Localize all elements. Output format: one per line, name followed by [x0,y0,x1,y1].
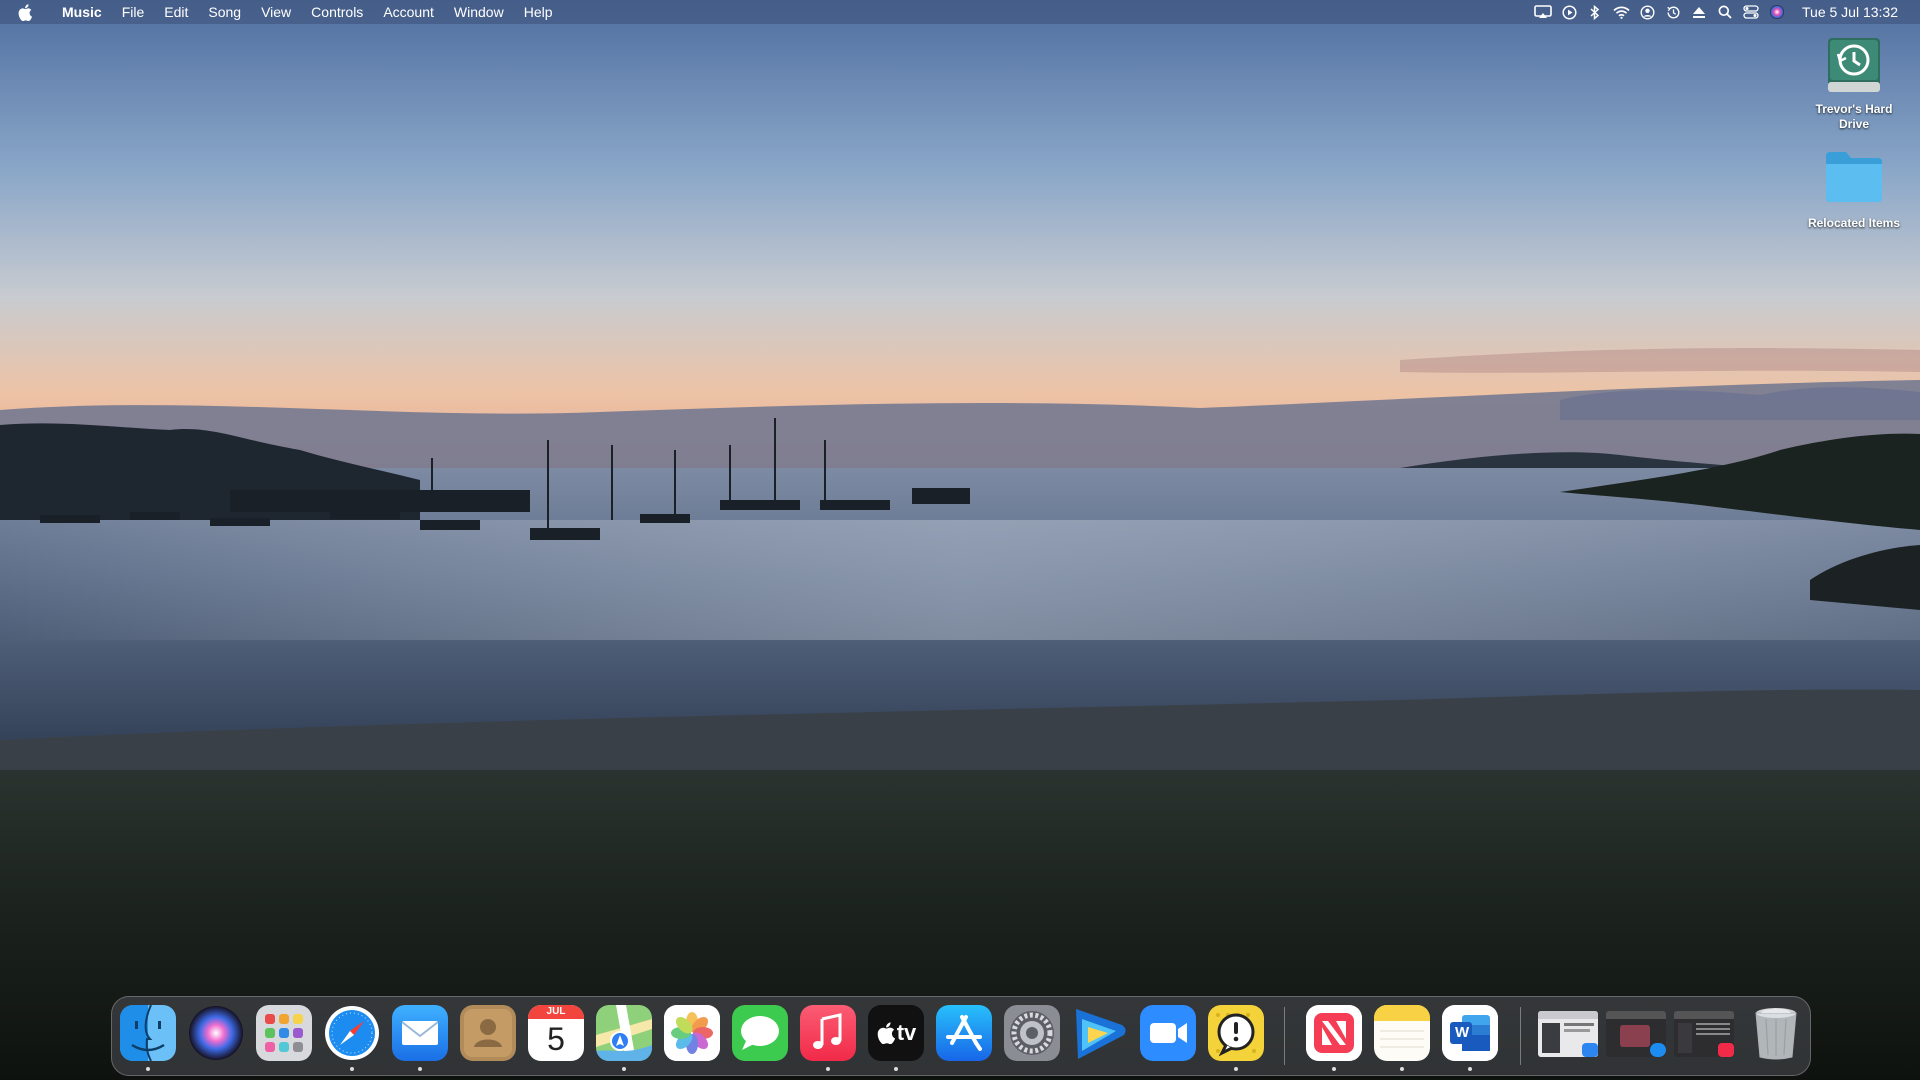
menu-view[interactable]: View [251,0,301,24]
menu-controls[interactable]: Controls [301,0,373,24]
desktop-icon-hard-drive[interactable]: Trevor's Hard Drive [1799,34,1909,132]
minimized-window-safari[interactable] [1606,1011,1666,1057]
dock-console[interactable] [1208,1005,1264,1061]
time-machine-icon[interactable] [1660,0,1686,24]
menu-bar-clock[interactable]: Tue 5 Jul 13:32 [1802,4,1898,20]
console-icon [1208,1005,1264,1061]
running-indicator [622,1067,626,1071]
dock-music[interactable] [800,1005,856,1061]
dock-notes[interactable] [1374,1005,1430,1061]
dock-messages[interactable] [732,1005,788,1061]
notes-icon [1374,1005,1430,1061]
mail-badge-icon [1582,1043,1598,1057]
running-indicator [1234,1067,1238,1071]
menu-help[interactable]: Help [514,0,563,24]
running-indicator [826,1067,830,1071]
apple-menu-icon[interactable] [18,3,34,21]
dock-siri[interactable] [188,1005,244,1061]
desktop-icon-relocated-items[interactable]: Relocated Items [1799,148,1909,231]
dock-separator [1520,1007,1521,1065]
siri-icon [189,1006,243,1060]
control-center-icon[interactable] [1738,0,1764,24]
dock-finder[interactable] [120,1005,176,1061]
dock-trash[interactable] [1748,1005,1804,1061]
dock-word[interactable]: W [1442,1005,1498,1061]
menu-app-name[interactable]: Music [52,0,112,24]
running-indicator [1332,1067,1336,1071]
play-circle-icon[interactable] [1556,0,1582,24]
word-icon [1442,1005,1498,1061]
dock: JUL 5 tv W [111,996,1811,1076]
running-indicator [1400,1067,1404,1071]
dock-contacts[interactable] [460,1005,516,1061]
dock-separator [1284,1007,1285,1065]
user-icon[interactable] [1634,0,1660,24]
calendar-day: 5 [547,1021,565,1057]
screen-mirroring-icon[interactable] [1530,0,1556,24]
dock-maps[interactable] [596,1005,652,1061]
menu-window[interactable]: Window [444,0,514,24]
dock-news[interactable] [1306,1005,1362,1061]
menu-account[interactable]: Account [373,0,444,24]
dock-photos[interactable] [664,1005,720,1061]
bluetooth-icon[interactable] [1582,0,1608,24]
desktop-icon-label: Trevor's Hard Drive [1815,102,1893,131]
siri-icon[interactable] [1764,0,1790,24]
photos-icon [664,1005,720,1061]
infuse-icon [1076,1009,1126,1059]
running-indicator [146,1067,150,1071]
dock-infuse[interactable] [1072,1005,1128,1061]
safari-badge-icon [1650,1043,1666,1057]
running-indicator [350,1067,354,1071]
dock-apple-tv[interactable]: tv [868,1005,924,1061]
music-icon [800,1005,856,1061]
running-indicator [418,1067,422,1071]
contacts-icon [460,1005,516,1061]
menu-file[interactable]: File [112,0,155,24]
dock-mail[interactable] [392,1005,448,1061]
messages-icon [732,1005,788,1061]
word-icon-label: W [1455,1024,1470,1041]
apple-tv-icon [877,1022,895,1044]
eject-icon[interactable] [1686,0,1712,24]
finder-icon [120,1005,176,1061]
minimized-window-music[interactable] [1674,1011,1734,1057]
dock-system-preferences[interactable] [1004,1005,1060,1061]
dock-safari[interactable] [324,1005,380,1061]
running-indicator [1468,1067,1472,1071]
trash-icon [1755,1008,1797,1060]
apple-tv-label: tv [896,1020,917,1045]
menu-bar: Music File Edit Song View Controls Accou… [0,0,1920,24]
wifi-icon[interactable] [1608,0,1634,24]
safari-icon [325,1006,379,1060]
dock-calendar[interactable]: JUL 5 [528,1005,584,1061]
desktop-wallpaper [0,0,1920,1080]
app-store-icon [936,1005,992,1061]
music-badge-icon [1718,1043,1734,1057]
dock-zoom[interactable] [1140,1005,1196,1061]
desktop-icon-label: Relocated Items [1807,216,1901,230]
news-icon [1306,1005,1362,1061]
zoom-icon [1140,1005,1196,1061]
maps-icon [596,1005,652,1061]
minimized-window-mail[interactable] [1538,1011,1598,1057]
folder-icon [1822,148,1886,212]
system-preferences-icon [1004,1005,1060,1061]
launchpad-icon [256,1005,312,1061]
running-indicator [894,1067,898,1071]
spotlight-search-icon[interactable] [1712,0,1738,24]
menu-song[interactable]: Song [198,0,251,24]
mail-icon [392,1005,448,1061]
time-machine-drive-icon [1822,34,1886,98]
calendar-month: JUL [528,1005,584,1019]
dock-app-store[interactable] [936,1005,992,1061]
dock-launchpad[interactable] [256,1005,312,1061]
menu-edit[interactable]: Edit [154,0,198,24]
